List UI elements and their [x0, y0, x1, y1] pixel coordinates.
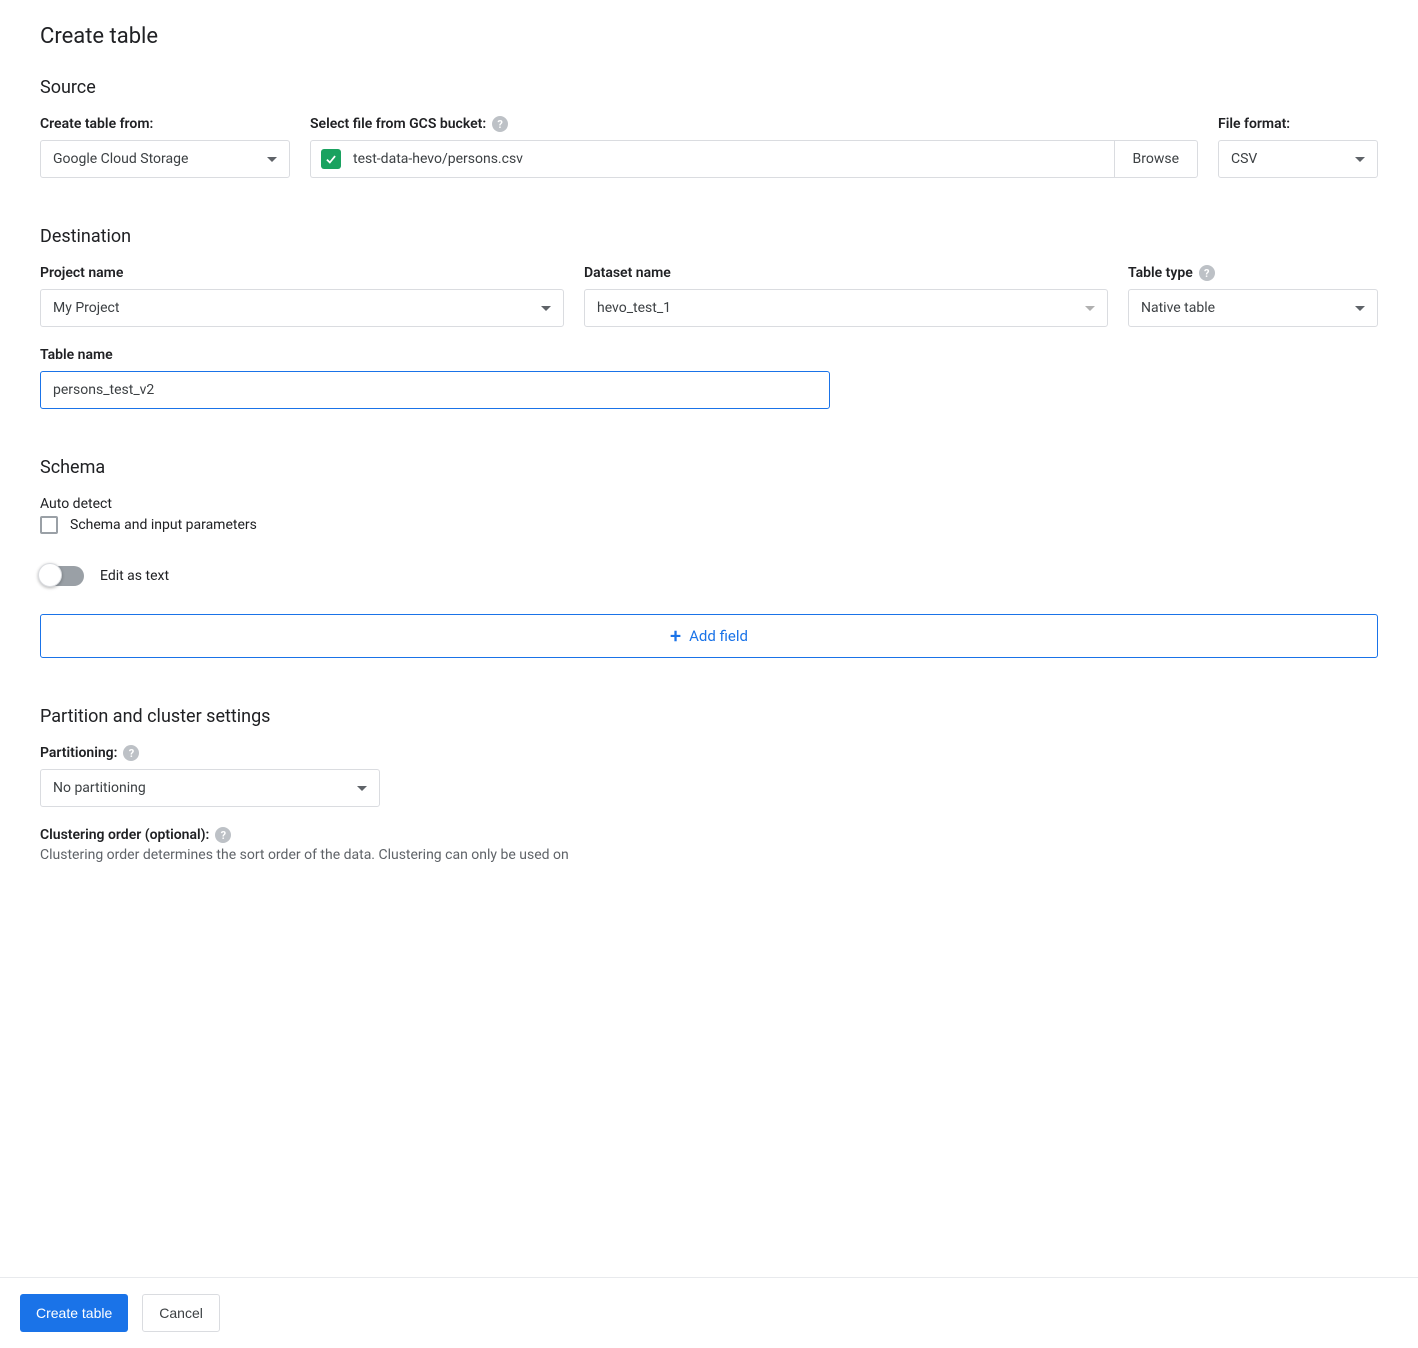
help-icon[interactable]: ?	[492, 116, 508, 132]
create-from-select[interactable]: Google Cloud Storage	[40, 140, 290, 178]
add-field-label: Add field	[689, 627, 748, 645]
source-section: Source Create table from: Google Cloud S…	[40, 77, 1378, 178]
gcs-file-input[interactable]	[310, 140, 1114, 178]
select-file-label-text: Select file from GCS bucket:	[310, 116, 486, 132]
caret-down-icon	[1085, 306, 1095, 311]
partitioning-label: Partitioning: ?	[40, 745, 380, 761]
footer-bar: Create table Cancel	[0, 1277, 1418, 1348]
partitioning-value: No partitioning	[53, 780, 146, 796]
caret-down-icon	[267, 157, 277, 162]
partitioning-select[interactable]: No partitioning	[40, 769, 380, 807]
file-format-value: CSV	[1231, 151, 1257, 167]
dataset-select[interactable]: hevo_test_1	[584, 289, 1108, 327]
add-field-button[interactable]: + Add field	[40, 614, 1378, 658]
caret-down-icon	[357, 786, 367, 791]
caret-down-icon	[1355, 306, 1365, 311]
table-type-value: Native table	[1141, 300, 1215, 316]
select-file-label: Select file from GCS bucket: ?	[310, 116, 1198, 132]
check-icon	[321, 149, 341, 169]
table-type-label: Table type ?	[1128, 265, 1378, 281]
dataset-value: hevo_test_1	[597, 300, 671, 316]
create-table-button[interactable]: Create table	[20, 1294, 128, 1332]
partition-title: Partition and cluster settings	[40, 706, 1378, 727]
table-type-select[interactable]: Native table	[1128, 289, 1378, 327]
file-format-select[interactable]: CSV	[1218, 140, 1378, 178]
project-select[interactable]: My Project	[40, 289, 564, 327]
create-from-value: Google Cloud Storage	[53, 151, 188, 167]
help-icon[interactable]: ?	[123, 745, 139, 761]
partitioning-label-text: Partitioning:	[40, 745, 117, 761]
caret-down-icon	[541, 306, 551, 311]
auto-detect-checkbox[interactable]	[40, 516, 58, 534]
table-name-input[interactable]	[40, 371, 830, 409]
dataset-label: Dataset name	[584, 265, 1108, 281]
caret-down-icon	[1355, 157, 1365, 162]
clustering-label: Clustering order (optional): ?	[40, 827, 1378, 843]
create-from-label: Create table from:	[40, 116, 290, 132]
auto-detect-checkbox-label: Schema and input parameters	[70, 517, 257, 533]
plus-icon: +	[670, 626, 681, 646]
cancel-button[interactable]: Cancel	[142, 1294, 220, 1332]
toggle-knob	[38, 563, 62, 587]
clustering-hint: Clustering order determines the sort ord…	[40, 847, 1378, 863]
schema-title: Schema	[40, 457, 1378, 478]
help-icon[interactable]: ?	[215, 827, 231, 843]
edit-as-text-label: Edit as text	[100, 568, 169, 584]
destination-title: Destination	[40, 226, 1378, 247]
edit-as-text-toggle[interactable]	[40, 566, 84, 586]
browse-button[interactable]: Browse	[1114, 140, 1198, 178]
auto-detect-label: Auto detect	[40, 496, 1378, 512]
table-type-label-text: Table type	[1128, 265, 1193, 281]
file-format-label: File format:	[1218, 116, 1378, 132]
table-name-label: Table name	[40, 347, 830, 363]
help-icon[interactable]: ?	[1199, 265, 1215, 281]
source-title: Source	[40, 77, 1378, 98]
schema-section: Schema Auto detect Schema and input para…	[40, 457, 1378, 658]
partition-section: Partition and cluster settings Partition…	[40, 706, 1378, 863]
page-title: Create table	[40, 24, 1378, 49]
gcs-file-path[interactable]	[351, 150, 1104, 168]
project-label: Project name	[40, 265, 564, 281]
project-value: My Project	[53, 300, 119, 316]
clustering-label-text: Clustering order (optional):	[40, 827, 209, 843]
destination-section: Destination Project name My Project Data…	[40, 226, 1378, 409]
